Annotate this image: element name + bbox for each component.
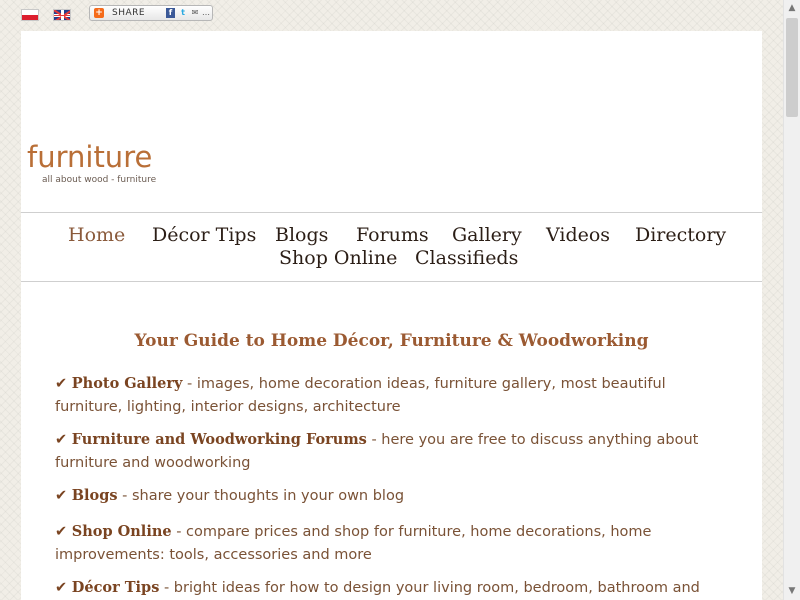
feature-description: - bright ideas for how to design your li… (159, 580, 700, 596)
share-button[interactable]: + SHARE f t ✉ … (89, 5, 213, 21)
feature-link[interactable]: Shop Online (72, 523, 172, 540)
nav-item-forums[interactable]: Forums (356, 224, 429, 246)
nav-item-decor-tips[interactable]: Décor Tips (152, 224, 256, 246)
share-label: SHARE (112, 8, 146, 18)
feature-item-decor-tips: ✔ Décor Tips - bright ideas for how to d… (55, 576, 725, 600)
feature-description: - share your thoughts in your own blog (117, 488, 405, 504)
main-navigation: Home Décor Tips Blogs Forums Gallery Vid… (21, 212, 762, 282)
page-heading: Your Guide to Home Décor, Furniture & Wo… (134, 331, 649, 351)
checkmark-icon: ✔ (55, 488, 68, 504)
checkmark-icon: ✔ (55, 376, 68, 392)
feature-item-forums: ✔ Furniture and Woodworking Forums - her… (55, 428, 725, 475)
share-plus-icon: + (94, 8, 104, 18)
checkmark-icon: ✔ (55, 580, 68, 596)
uk-flag-icon[interactable] (53, 9, 71, 21)
nav-item-classifieds[interactable]: Classifieds (415, 247, 518, 269)
checkmark-icon: ✔ (55, 432, 68, 448)
feature-link[interactable]: Furniture and Woodworking Forums (72, 431, 367, 448)
feature-item-shop-online: ✔ Shop Online - compare prices and shop … (55, 520, 725, 567)
checkmark-icon: ✔ (55, 524, 68, 540)
feature-item-photo-gallery: ✔ Photo Gallery - images, home decoratio… (55, 372, 725, 419)
facebook-icon[interactable]: f (166, 8, 175, 18)
scrollbar-thumb[interactable] (786, 18, 798, 117)
vertical-scrollbar[interactable]: ▲ ▼ (783, 0, 800, 600)
email-icon[interactable]: ✉ (190, 8, 200, 18)
top-bar: + SHARE f t ✉ … (0, 0, 783, 30)
site-tagline: all about wood - furniture (42, 175, 157, 185)
nav-item-videos[interactable]: Videos (546, 224, 610, 246)
more-icon[interactable]: … (202, 8, 210, 18)
uk-flag-cross (54, 14, 70, 16)
scroll-up-arrow-icon[interactable]: ▲ (784, 0, 800, 17)
feature-link[interactable]: Photo Gallery (72, 375, 183, 392)
feature-link[interactable]: Décor Tips (72, 579, 160, 596)
page-content: furniture all about wood - furniture Hom… (21, 31, 762, 600)
nav-item-home[interactable]: Home (68, 224, 125, 246)
nav-item-shop-online[interactable]: Shop Online (279, 247, 397, 269)
feature-item-blogs: ✔ Blogs - share your thoughts in your ow… (55, 484, 725, 508)
nav-item-gallery[interactable]: Gallery (452, 224, 522, 246)
pl-flag-icon[interactable] (21, 9, 39, 21)
site-logo[interactable]: furniture (27, 139, 152, 175)
scroll-down-arrow-icon[interactable]: ▼ (784, 583, 800, 600)
nav-item-blogs[interactable]: Blogs (275, 224, 328, 246)
nav-item-directory[interactable]: Directory (635, 224, 726, 246)
feature-link[interactable]: Blogs (72, 487, 118, 504)
twitter-icon[interactable]: t (178, 8, 188, 18)
